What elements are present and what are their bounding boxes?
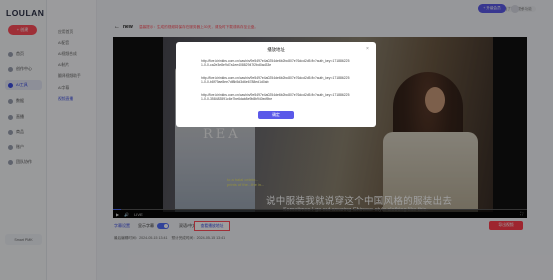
close-icon[interactable]: × (366, 46, 369, 52)
play-url-modal: 播放地址 × http://live.kirinkbs.com.cn/cashi… (176, 42, 376, 127)
play-url-1[interactable]: http://live.kirinkbs.com.cn/cashin/9e549… (201, 59, 351, 68)
play-url-3[interactable]: http://live.kirinkbs.com.cn/cashin/9e549… (201, 93, 351, 102)
confirm-button[interactable]: 确定 (258, 111, 294, 119)
modal-title: 播放地址 (267, 47, 285, 52)
play-url-2[interactable]: http://live.kirinkbs.com.cn/cashin/9e549… (201, 76, 351, 85)
